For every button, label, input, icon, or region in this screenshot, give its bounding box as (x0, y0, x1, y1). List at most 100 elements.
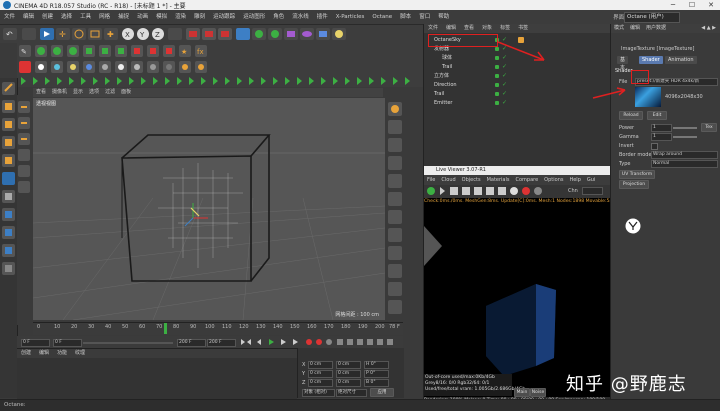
viewport-menu-panel[interactable]: 面板 (118, 88, 134, 97)
menu-snap[interactable]: 捕捉 (114, 10, 133, 24)
attr-invert-checkbox[interactable] (651, 143, 658, 150)
lv-menu-compare[interactable]: Compare (512, 175, 541, 185)
attr-power-tex-button[interactable]: Tex (701, 123, 717, 132)
menu-sculpt[interactable]: 雕刻 (190, 10, 209, 24)
attr-power-slider[interactable] (673, 127, 697, 129)
attr-nav-forward-icon[interactable]: ▶ (712, 25, 716, 31)
attr-file-thumbnail[interactable] (635, 87, 661, 107)
menu-simulate[interactable]: 模拟 (152, 10, 171, 24)
coord-size-mode-select[interactable]: 绝对尺寸 (336, 389, 367, 397)
close-button[interactable]: ✕ (702, 0, 720, 10)
menu-script[interactable]: 脚本 (396, 10, 415, 24)
coord-rot-field[interactable]: B 0° (364, 379, 389, 387)
perspective-viewport[interactable]: 透视视图 网格间距 : 100 cm (33, 98, 385, 320)
objmgr-menu-object[interactable]: 对象 (478, 24, 496, 33)
material-menu-create[interactable]: 创建 (17, 349, 35, 358)
attr-type-select[interactable]: Normal (651, 160, 718, 168)
objmgr-menu-tag[interactable]: 标签 (496, 24, 514, 33)
lv-main-button[interactable]: Main (514, 388, 530, 397)
attr-gamma-slider[interactable] (673, 136, 697, 138)
menu-create[interactable]: 创建 (38, 10, 57, 24)
menu-mesh[interactable]: 网格 (95, 10, 114, 24)
attr-tab-shader[interactable]: Shader (639, 56, 663, 64)
layout-select[interactable]: Octane (用户) (624, 12, 680, 23)
material-menu-function[interactable]: 功能 (53, 349, 71, 358)
object-check-icon[interactable]: ✓ (502, 72, 507, 80)
end-frame-field-2[interactable]: 200 F (207, 339, 236, 347)
lv-menu-materials[interactable]: Materials (484, 175, 513, 185)
coord-mode-select[interactable]: 对象 (相对) (302, 389, 335, 397)
coord-rot-field[interactable]: H 0° (364, 361, 389, 369)
lv-menu-cloud[interactable]: Cloud (438, 175, 458, 185)
attr-edit-button[interactable]: Edit (647, 111, 667, 120)
attr-menu-userdata[interactable]: 用户数据 (643, 24, 669, 33)
attr-projection-button[interactable]: Projection (619, 180, 649, 189)
viewport-menu-filter[interactable]: 过滤 (102, 88, 118, 97)
menu-window[interactable]: 窗口 (415, 10, 434, 24)
coord-size-field[interactable]: 0 cm (336, 379, 361, 387)
coord-size-field[interactable]: 0 cm (336, 370, 361, 378)
attr-nav-buttons[interactable]: ◀ ▲ ▶ (698, 24, 719, 33)
lv-menu-objects[interactable]: Objects (459, 175, 484, 185)
objmgr-menu-file[interactable]: 文件 (424, 24, 442, 33)
viewport-menu-options[interactable]: 选项 (86, 88, 102, 97)
object-row-cube[interactable]: 立方体 ✓ (424, 72, 610, 80)
attr-border-mode-select[interactable]: Wrap around (651, 151, 718, 159)
viewport-menu-view[interactable]: 查看 (33, 88, 49, 97)
coord-pos-field[interactable]: 0 cm (308, 361, 333, 369)
maximize-button[interactable]: ☐ (683, 0, 701, 10)
attr-nav-up-icon[interactable]: ▲ (707, 25, 711, 31)
attr-reload-button[interactable]: Reload (619, 111, 643, 120)
objmgr-menu-view[interactable]: 查看 (460, 24, 478, 33)
coord-size-field[interactable]: 0 cm (336, 361, 361, 369)
coord-rot-field[interactable]: P 0° (364, 370, 389, 378)
attr-menu-mode[interactable]: 模式 (611, 24, 627, 33)
attr-tab-animation[interactable]: Animation (665, 56, 697, 64)
timeline-ruler[interactable]: 0 10 20 30 40 50 60 70 80 90 100 110 120… (33, 322, 403, 335)
attr-nav-back-icon[interactable]: ◀ (701, 25, 705, 31)
lv-menu-file[interactable]: File (424, 175, 438, 185)
menu-plugins[interactable]: 插件 (313, 10, 332, 24)
menu-pipeline[interactable]: 流水线 (288, 10, 313, 24)
coord-pos-field[interactable]: 0 cm (308, 370, 333, 378)
timeline-playhead[interactable] (164, 323, 167, 334)
object-row-trail[interactable]: Trail ✓ (424, 90, 610, 98)
menu-xparticles[interactable]: X-Particles (332, 10, 369, 24)
object-row-direction[interactable]: Direction ✓ (424, 81, 610, 89)
lv-noise-button[interactable]: Noise (530, 388, 546, 397)
material-menu-texture[interactable]: 纹理 (71, 349, 89, 358)
attr-gamma-field[interactable]: 1 (651, 133, 672, 141)
menu-tools[interactable]: 工具 (76, 10, 95, 24)
menu-character[interactable]: 角色 (269, 10, 288, 24)
viewport-menu-camera[interactable]: 摄像机 (49, 88, 70, 97)
minimize-button[interactable]: ─ (664, 0, 682, 10)
viewport-menu-display[interactable]: 显示 (70, 88, 86, 97)
object-check-icon[interactable]: ✓ (502, 99, 507, 107)
objmgr-menu-bookmark[interactable]: 书签 (514, 24, 532, 33)
material-menu-edit[interactable]: 编辑 (35, 349, 53, 358)
object-check-icon[interactable]: ✓ (502, 81, 507, 89)
menu-render[interactable]: 渲染 (171, 10, 190, 24)
menu-help[interactable]: 帮助 (434, 10, 453, 24)
attr-tab-basic[interactable]: 基本 (617, 56, 629, 71)
object-check-icon[interactable]: ✓ (502, 90, 507, 98)
menu-animate[interactable]: 动画 (133, 10, 152, 24)
frame-range-slider[interactable] (83, 342, 173, 344)
attr-menu-edit[interactable]: 编辑 (627, 24, 643, 33)
menu-octane[interactable]: Octane (368, 10, 396, 24)
lv-menu-options[interactable]: Options (541, 175, 566, 185)
lv-menu-gui[interactable]: Gui (584, 175, 598, 185)
menu-select[interactable]: 选择 (57, 10, 76, 24)
coord-pos-field[interactable]: 0 cm (308, 379, 333, 387)
objmgr-menu-edit[interactable]: 编辑 (442, 24, 460, 33)
menu-edit[interactable]: 编辑 (19, 10, 38, 24)
object-row-emitter[interactable]: Emitter ✓ (424, 99, 610, 107)
lv-channel-select[interactable] (582, 187, 603, 195)
attr-power-field[interactable]: 1 (651, 124, 672, 132)
lv-menu-help[interactable]: Help (566, 175, 583, 185)
attr-uv-transform-button[interactable]: UV Transform (619, 170, 655, 179)
start-frame-field[interactable]: 0 F (53, 339, 82, 347)
menu-motion-tracking[interactable]: 运动跟踪 (209, 10, 239, 24)
menu-file[interactable]: 文件 (0, 10, 19, 24)
current-frame-field[interactable]: 0 F (21, 339, 50, 347)
